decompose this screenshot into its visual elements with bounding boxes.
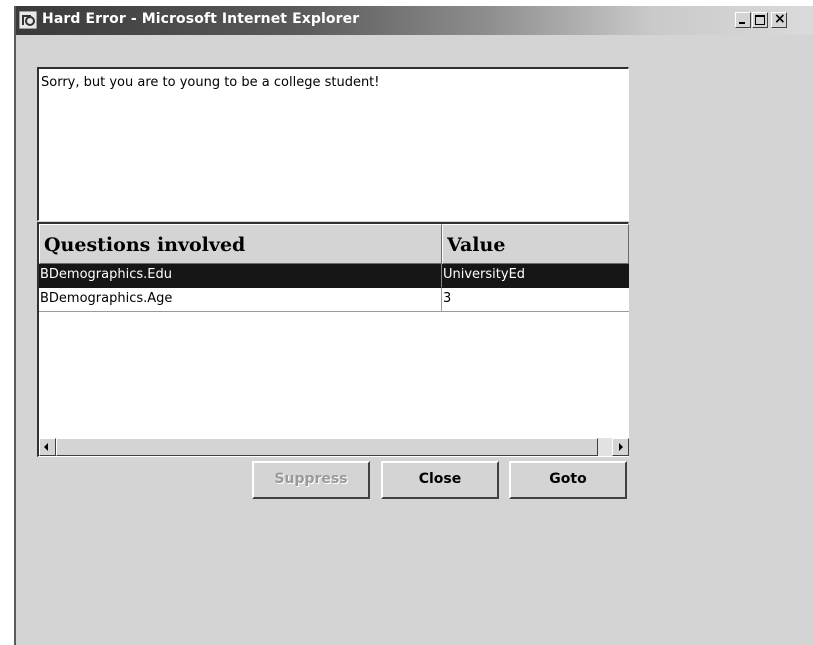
error-message-text: Sorry, but you are to young to be a coll… bbox=[41, 75, 380, 90]
close-button[interactable]: Close bbox=[381, 461, 499, 499]
horizontal-scrollbar[interactable] bbox=[39, 438, 629, 456]
suppress-button[interactable]: Suppress bbox=[252, 461, 370, 499]
minimize-button[interactable] bbox=[735, 12, 751, 28]
goto-button[interactable]: Goto bbox=[509, 461, 627, 499]
question-cell[interactable]: BDemographics.Age bbox=[39, 288, 442, 312]
value-cell[interactable]: 3 bbox=[442, 288, 629, 312]
questions-grid[interactable]: Questions involved Value BDemographics.E… bbox=[37, 222, 629, 457]
window-title: Hard Error - Microsoft Internet Explorer bbox=[42, 11, 360, 27]
table-row[interactable]: BDemographics.Edu UniversityEd bbox=[39, 264, 629, 288]
column-header-questions[interactable]: Questions involved bbox=[39, 224, 442, 264]
column-header-value[interactable]: Value bbox=[442, 224, 629, 264]
grid-header: Questions involved Value bbox=[39, 224, 629, 264]
close-window-button[interactable]: × bbox=[771, 11, 787, 28]
table-row[interactable]: BDemographics.Age 3 bbox=[39, 288, 629, 312]
scroll-right-button[interactable] bbox=[612, 438, 629, 456]
title-bar[interactable]: Hard Error - Microsoft Internet Explorer… bbox=[16, 6, 813, 35]
ie-icon bbox=[19, 11, 37, 29]
dialog-window: Hard Error - Microsoft Internet Explorer… bbox=[14, 6, 813, 645]
error-message-box[interactable]: Sorry, but you are to young to be a coll… bbox=[37, 67, 629, 221]
scroll-left-button[interactable] bbox=[39, 438, 56, 456]
scroll-left-arrow-icon bbox=[44, 443, 48, 451]
scrollbar-thumb[interactable] bbox=[56, 438, 598, 456]
scroll-right-arrow-icon bbox=[619, 443, 623, 451]
maximize-button[interactable] bbox=[752, 12, 768, 28]
question-cell[interactable]: BDemographics.Edu bbox=[39, 264, 442, 288]
value-cell[interactable]: UniversityEd bbox=[442, 264, 629, 288]
close-icon: × bbox=[774, 11, 786, 27]
